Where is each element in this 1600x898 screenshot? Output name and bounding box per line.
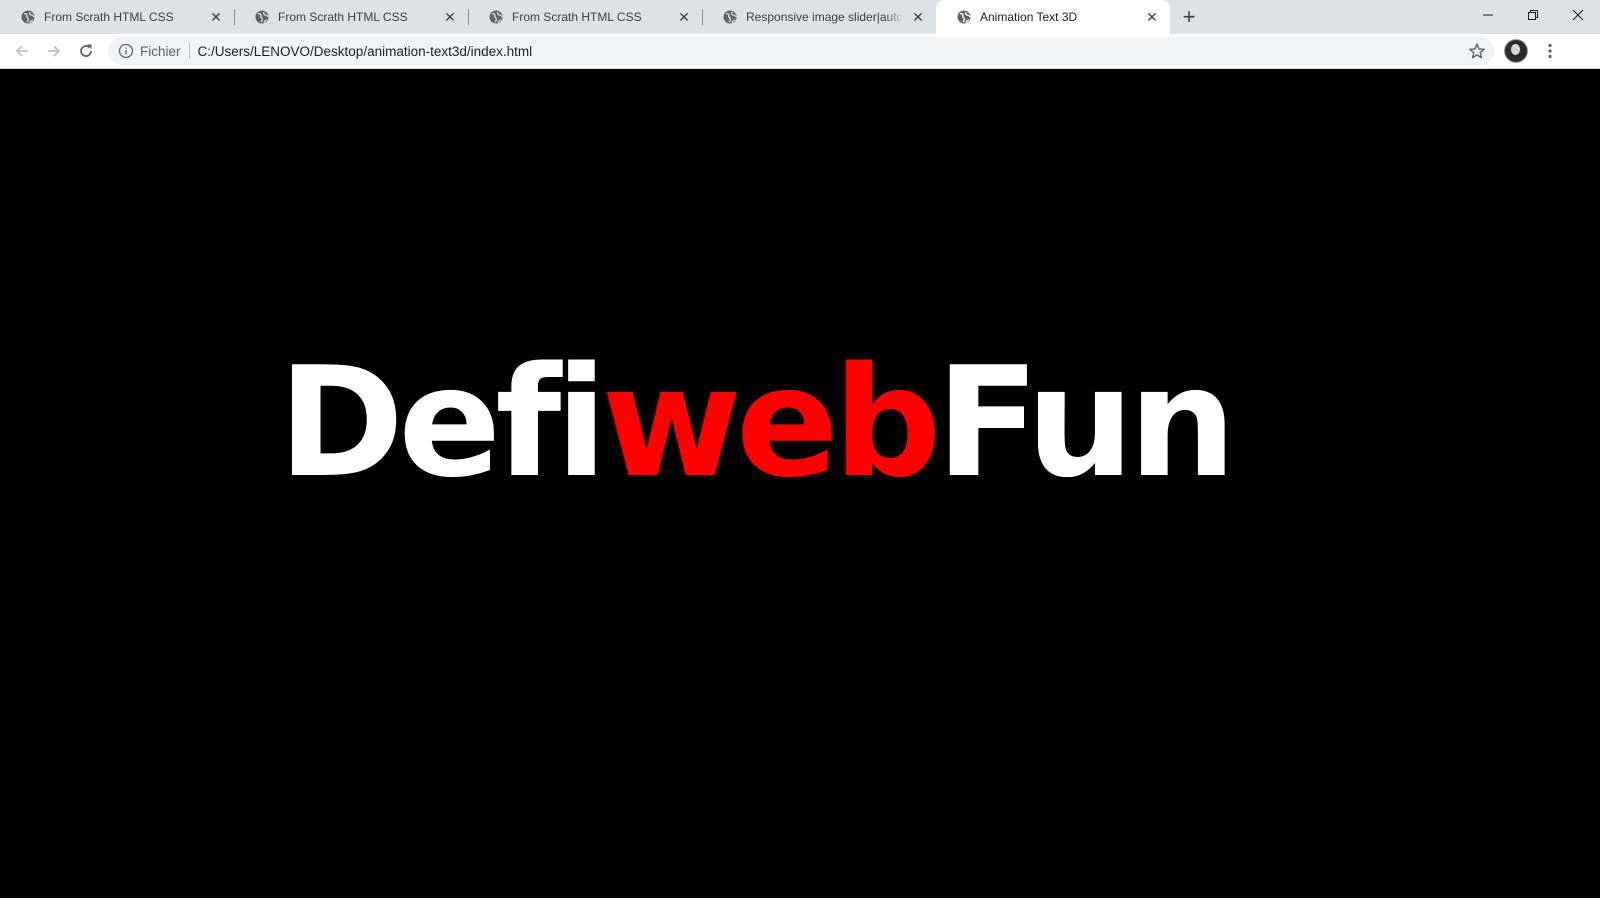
back-button[interactable]: [6, 35, 38, 67]
tab-title: Animation Text 3D: [980, 10, 1078, 24]
restore-button[interactable]: [1510, 0, 1555, 30]
tab-1[interactable]: From Scrath HTML CSS ✕: [0, 0, 234, 34]
tab-2[interactable]: From Scrath HTML CSS ✕: [234, 0, 468, 34]
tab-4[interactable]: Responsive image slider|autoplay ✕: [702, 0, 936, 34]
arrow-right-icon: [48, 45, 61, 57]
tab-title: From Scrath HTML CSS: [512, 10, 642, 24]
more-menu-button[interactable]: [1538, 39, 1562, 63]
close-icon: [1572, 9, 1583, 21]
close-icon[interactable]: ✕: [442, 9, 458, 25]
close-icon[interactable]: ✕: [676, 9, 692, 25]
tab-title: From Scrath HTML CSS: [278, 10, 408, 24]
arrow-left-icon: [15, 45, 28, 57]
new-tab-button[interactable]: +: [1174, 0, 1204, 34]
tab-title: From Scrath HTML CSS: [44, 10, 174, 24]
globe-icon: [254, 9, 270, 25]
tab-title: Responsive image slider|autoplay: [746, 10, 904, 24]
bookmark-star-icon[interactable]: [1468, 42, 1486, 60]
forward-button[interactable]: [38, 35, 70, 67]
window-controls: [1465, 0, 1600, 30]
address-bar[interactable]: Fichier C:/Users/LENOVO/Desktop/animatio…: [108, 37, 1494, 65]
tab-strip: From Scrath HTML CSS ✕ From Scrath HTML …: [0, 0, 1600, 34]
page-viewport: DefiwebFun: [0, 69, 1600, 898]
headline-part-fun: Fun: [935, 334, 1237, 511]
kebab-menu-icon: [1548, 43, 1552, 59]
close-icon[interactable]: ✕: [208, 9, 224, 25]
headline-part-defi: Defi: [278, 334, 607, 511]
address-separator: [188, 43, 190, 59]
close-window-button[interactable]: [1555, 0, 1600, 30]
minimize-icon: [1482, 14, 1493, 16]
profile-avatar[interactable]: [1504, 39, 1528, 63]
minimize-button[interactable]: [1465, 0, 1510, 30]
restore-icon: [1527, 10, 1538, 20]
browser-toolbar: Fichier C:/Users/LENOVO/Desktop/animatio…: [0, 34, 1600, 69]
globe-icon: [20, 9, 36, 25]
animated-headline: DefiwebFun: [278, 347, 1237, 499]
tab-3[interactable]: From Scrath HTML CSS ✕: [468, 0, 702, 34]
reload-icon: [80, 44, 92, 57]
globe-icon: [488, 9, 504, 25]
url-text[interactable]: C:/Users/LENOVO/Desktop/animation-text3d…: [198, 44, 533, 59]
globe-icon: [956, 9, 972, 25]
close-icon[interactable]: ✕: [1144, 9, 1160, 25]
browser-window: From Scrath HTML CSS ✕ From Scrath HTML …: [0, 0, 1600, 898]
globe-icon: [722, 9, 738, 25]
close-icon[interactable]: ✕: [910, 9, 926, 25]
reload-button[interactable]: [70, 35, 102, 67]
headline-part-web: web: [601, 334, 942, 511]
tab-5-active[interactable]: Animation Text 3D ✕: [936, 0, 1170, 34]
info-icon[interactable]: [118, 43, 134, 59]
scheme-label: Fichier: [140, 43, 181, 59]
